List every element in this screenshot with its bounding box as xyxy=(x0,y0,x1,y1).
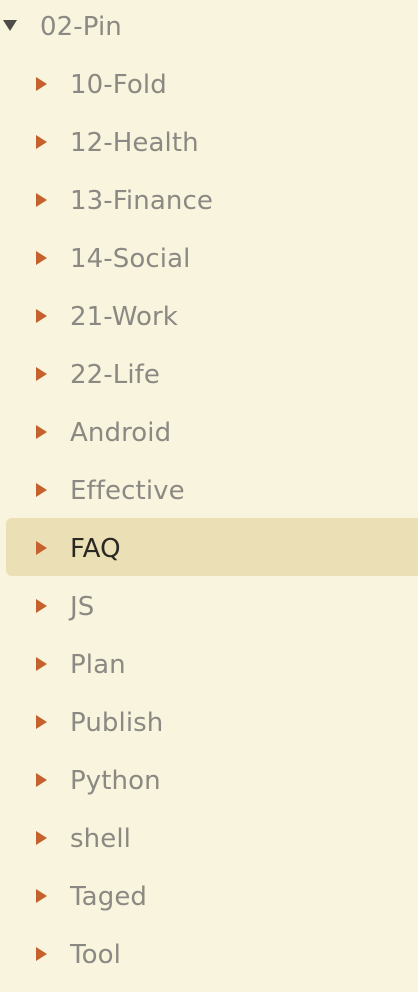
tree-item-js[interactable]: JS xyxy=(0,580,418,638)
tree-item-python[interactable]: Python xyxy=(0,754,418,812)
caret-right-icon[interactable] xyxy=(36,715,47,729)
tree-item-plan[interactable]: Plan xyxy=(0,638,418,696)
tree-item-14-social[interactable]: 14-Social xyxy=(0,232,418,290)
tree-item-label: 02-Pin xyxy=(40,12,122,42)
tree-item-publish[interactable]: Publish xyxy=(0,696,418,754)
tree-item-effective[interactable]: Effective xyxy=(0,464,418,522)
tree-item-shell[interactable]: shell xyxy=(0,812,418,870)
tree-item-tool[interactable]: Tool xyxy=(0,928,418,986)
caret-right-icon[interactable] xyxy=(36,367,47,381)
caret-right-icon[interactable] xyxy=(36,193,47,207)
caret-right-icon[interactable] xyxy=(36,831,47,845)
tree-item-taged[interactable]: Taged xyxy=(0,870,418,928)
caret-right-icon[interactable] xyxy=(36,889,47,903)
tree-item-22-life[interactable]: 22-Life xyxy=(0,348,418,406)
folder-tree: 02-Pin 10-Fold 12-Health 13-Finance 14-S… xyxy=(0,0,418,992)
caret-right-icon[interactable] xyxy=(36,251,47,265)
caret-right-icon[interactable] xyxy=(36,483,47,497)
caret-right-icon[interactable] xyxy=(36,135,47,149)
caret-right-icon[interactable] xyxy=(36,77,47,91)
tree-item-10-fold[interactable]: 10-Fold xyxy=(0,58,418,116)
tree-item-label: 14-Social xyxy=(70,244,191,274)
tree-item-label: Effective xyxy=(70,476,185,506)
caret-down-icon[interactable] xyxy=(3,20,17,31)
tree-item-android[interactable]: Android xyxy=(0,406,418,464)
caret-right-icon[interactable] xyxy=(36,425,47,439)
tree-item-label: 12-Health xyxy=(70,128,199,158)
tree-item-label: 10-Fold xyxy=(70,70,167,100)
tree-item-label: Tool xyxy=(70,940,121,970)
caret-right-icon[interactable] xyxy=(36,657,47,671)
caret-right-icon[interactable] xyxy=(36,541,47,555)
tree-item-label: JS xyxy=(70,592,95,622)
tree-item-13-finance[interactable]: 13-Finance xyxy=(0,174,418,232)
tree-item-label: 13-Finance xyxy=(70,186,213,216)
caret-right-icon[interactable] xyxy=(36,947,47,961)
tree-item-label: Publish xyxy=(70,708,164,738)
tree-item-label: 21-Work xyxy=(70,302,178,332)
tree-item-label: shell xyxy=(70,824,131,854)
tree-item-02-pin[interactable]: 02-Pin xyxy=(0,0,418,58)
caret-right-icon[interactable] xyxy=(36,773,47,787)
caret-right-icon[interactable] xyxy=(36,599,47,613)
tree-item-label: FAQ xyxy=(70,534,121,564)
caret-right-icon[interactable] xyxy=(36,309,47,323)
tree-item-label: Python xyxy=(70,766,161,796)
tree-item-12-health[interactable]: 12-Health xyxy=(0,116,418,174)
tree-item-label: Taged xyxy=(70,882,148,912)
tree-item-label: Plan xyxy=(70,650,126,680)
tree-item-label: Android xyxy=(70,418,172,448)
tree-item-21-work[interactable]: 21-Work xyxy=(0,290,418,348)
tree-item-label: 22-Life xyxy=(70,360,161,390)
tree-item-faq[interactable]: FAQ xyxy=(0,522,418,580)
